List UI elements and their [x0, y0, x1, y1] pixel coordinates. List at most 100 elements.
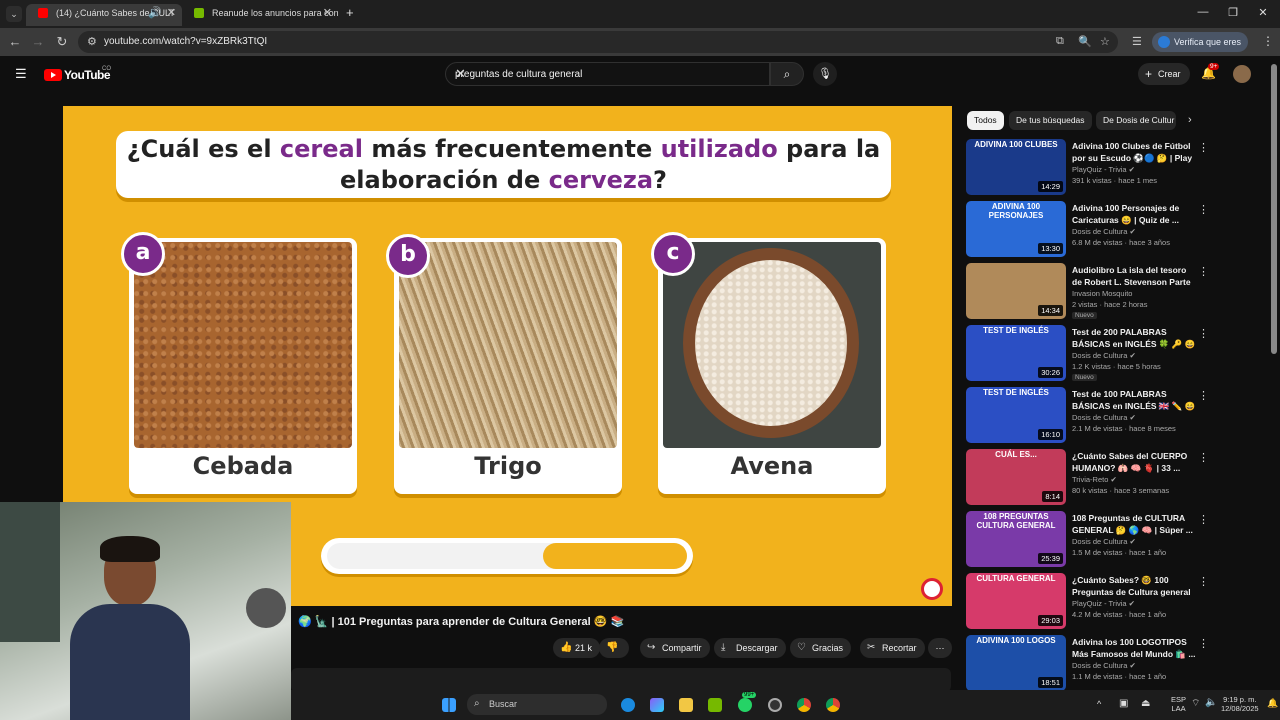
hamburger-menu-icon[interactable]: ☰	[15, 66, 27, 82]
video-thumbnail[interactable]: TEST DE INGLÉS 16:10	[966, 387, 1066, 443]
windows-start-icon[interactable]	[442, 698, 456, 712]
video-thumbnail[interactable]: 108 PREGUNTAS CULTURA GENERAL 25:39	[966, 511, 1066, 567]
wifi-icon[interactable]: ⌔	[1191, 697, 1200, 710]
channel-name[interactable]: Dosis de Cultura ✔	[1072, 661, 1136, 670]
clock[interactable]: 9:19 p. m. 12/08/2025	[1221, 695, 1259, 713]
close-window-button[interactable]: ✕	[1256, 6, 1270, 19]
bookmark-star-icon[interactable]: ☆	[1100, 35, 1110, 48]
edge-icon[interactable]	[621, 698, 635, 712]
copilot-icon[interactable]	[650, 698, 664, 712]
channel-name[interactable]: Dosis de Cultura ✔	[1072, 227, 1136, 236]
kebab-menu-icon[interactable]: ⋮	[1198, 513, 1209, 526]
share-button[interactable]: ↪ Compartir	[640, 638, 710, 658]
kebab-menu-icon[interactable]: ⋮	[1198, 327, 1209, 340]
whatsapp-icon[interactable]	[738, 698, 752, 712]
clip-button[interactable]: ✂ Recortar	[860, 638, 925, 658]
chrome-profile-icon[interactable]	[826, 698, 840, 712]
kebab-menu-icon[interactable]: ⋮	[1198, 141, 1209, 154]
video-thumbnail[interactable]: ADIVINA 100 PERSONAJES 13:30	[966, 201, 1066, 257]
kebab-menu-icon[interactable]: ⋮	[1198, 389, 1209, 402]
recommendation-title[interactable]: Adivina los 100 LOGOTIPOS Más Famosos de…	[1072, 636, 1197, 660]
nvidia-app-icon[interactable]	[708, 698, 722, 712]
forward-arrow-icon[interactable]: →	[30, 34, 46, 49]
minimize-button[interactable]: —	[1196, 6, 1210, 18]
channel-name[interactable]: PlayQuiz - Trivia ✔	[1072, 599, 1135, 608]
channel-name[interactable]: Dosis de Cultura ✔	[1072, 537, 1136, 546]
tray-app-icon[interactable]: ▣	[1119, 698, 1128, 709]
youtube-logo-icon[interactable]	[44, 69, 62, 81]
tray-chevron-icon[interactable]: ^	[1097, 699, 1101, 709]
tray-usb-icon[interactable]: ⏏	[1141, 698, 1150, 709]
tab-inactive[interactable]: Reanude los anuncios para con ✕	[182, 4, 338, 26]
zoom-icon[interactable]: 🔍	[1078, 35, 1092, 48]
video-thumbnail[interactable]: TEST DE INGLÉS 30:26	[966, 325, 1066, 381]
chrome-icon[interactable]	[797, 698, 811, 712]
recommendation-item[interactable]: 108 PREGUNTAS CULTURA GENERAL 25:39 108 Pr…	[966, 511, 1266, 569]
video-thumbnail[interactable]: ADIVINA 100 LOGOS 18:51	[966, 635, 1066, 691]
create-button[interactable]: + Crear	[1138, 63, 1190, 85]
recommendation-item[interactable]: TEST DE INGLÉS 16:10 Test de 100 PALABRAS …	[966, 387, 1266, 445]
recommendation-item[interactable]: ADIVINA 100 LOGOS 18:51 Adivina los 100 LO…	[966, 635, 1266, 693]
reading-list-icon[interactable]: ☰	[1132, 35, 1142, 48]
language-indicator[interactable]: ESP LAA	[1171, 695, 1186, 713]
channel-name[interactable]: PlayQuiz - Trivia ✔	[1072, 165, 1135, 174]
file-explorer-icon[interactable]	[679, 698, 693, 712]
tab-active[interactable]: (14) ¿Cuánto Sabes de CULT 🔊 ✕	[26, 4, 182, 26]
recommendation-title[interactable]: ¿Cuánto Sabes? 🤓 100 Preguntas de Cultur…	[1072, 574, 1197, 598]
recommendation-title[interactable]: Test de 100 PALABRAS BÁSICAS en INGLÉS 🇬…	[1072, 388, 1197, 412]
recommendation-item[interactable]: CULTURA GENERAL 29:03 ¿Cuánto Sabes? 🤓 100…	[966, 573, 1266, 631]
install-app-icon[interactable]: ⧉	[1056, 35, 1064, 48]
close-tab-icon[interactable]: 🔊	[148, 4, 162, 22]
kebab-menu-icon[interactable]: ⋮	[1198, 575, 1209, 588]
channel-name[interactable]: Dosis de Cultura ✔	[1072, 413, 1136, 422]
like-button[interactable]: 👍 21 k	[553, 638, 601, 658]
obs-icon[interactable]	[768, 698, 782, 712]
back-arrow-icon[interactable]: ←	[7, 34, 23, 49]
video-thumbnail[interactable]: CUÁL ES... 8:14	[966, 449, 1066, 505]
verify-identity-button[interactable]: Verifica que eres tú	[1152, 32, 1248, 67]
chip-all[interactable]: Todos	[967, 111, 1004, 130]
recommendation-title[interactable]: ¿Cuánto Sabes del CUERPO HUMANO? 🫁 🧠 🫀 |…	[1072, 450, 1197, 474]
chip-from-searches[interactable]: De tus búsquedas	[1009, 111, 1092, 130]
maximize-button[interactable]: ❐	[1226, 6, 1240, 19]
channel-name[interactable]: Invasion Mosquito	[1072, 289, 1132, 298]
kebab-menu-icon[interactable]: ⋮	[1198, 451, 1209, 464]
taskbar-search-input[interactable]: ⌕ Buscar	[467, 694, 607, 715]
channel-name[interactable]: Dosis de Cultura ✔	[1072, 351, 1136, 360]
recommendation-title[interactable]: Adivina 100 Personajes de Caricaturas 😄 …	[1072, 202, 1197, 226]
chevron-right-icon[interactable]: ›	[1188, 114, 1192, 126]
video-thumbnail[interactable]: CULTURA GENERAL 29:03	[966, 573, 1066, 629]
kebab-menu-icon[interactable]: ⋮	[1198, 265, 1209, 278]
recommendation-title[interactable]: Adivina 100 Clubes de Fútbol por su Escu…	[1072, 140, 1197, 164]
video-thumbnail[interactable]: 14:34	[966, 263, 1066, 319]
channel-name[interactable]: Trivia-Reto ✔	[1072, 475, 1117, 484]
kebab-menu-icon[interactable]: ⋮	[1198, 637, 1209, 650]
scrollbar[interactable]	[1271, 64, 1277, 354]
clear-search-icon[interactable]: ✕	[455, 66, 761, 82]
recommendation-title[interactable]: Audiolibro La isla del tesoro de Robert …	[1072, 264, 1197, 288]
tab-search-icon[interactable]: ⌄	[6, 6, 22, 22]
close-tab-icon[interactable]: ✕	[323, 4, 332, 22]
kebab-menu-icon[interactable]: ⋮	[1198, 203, 1209, 216]
search-input[interactable]: preguntas de cultura general ✕	[445, 62, 770, 86]
recommendation-title[interactable]: Test de 200 PALABRAS BÁSICAS en INGLÉS 🍀…	[1072, 326, 1197, 350]
download-button[interactable]: ⤓ Descargar	[714, 638, 786, 658]
site-info-icon[interactable]: ⚙	[87, 35, 97, 48]
notification-center-icon[interactable]: 🔔	[1267, 698, 1278, 709]
avatar[interactable]	[1233, 65, 1251, 83]
url-field[interactable]: ⚙ youtube.com/watch?v=9xZBRk3TtQI ⧉ 🔍 ☆	[78, 31, 1118, 53]
close-tab-icon[interactable]: ✕	[167, 4, 176, 22]
description-box[interactable]	[291, 668, 951, 692]
recommendation-title[interactable]: 108 Preguntas de CULTURA GENERAL 🤔 🌎 🧠 |…	[1072, 512, 1197, 536]
chip-from-channel[interactable]: De Dosis de Cultur	[1096, 111, 1176, 130]
video-thumbnail[interactable]: ADIVINA 100 CLUBES 14:29	[966, 139, 1066, 195]
dislike-button[interactable]: 👎	[599, 638, 629, 658]
volume-icon[interactable]: 🔈	[1205, 697, 1217, 708]
recommendation-item[interactable]: ADIVINA 100 PERSONAJES 13:30 Adivina 100 P…	[966, 201, 1266, 259]
recommendation-item[interactable]: CUÁL ES... 8:14 ¿Cuánto Sabes del CUERPO H…	[966, 449, 1266, 507]
voice-search-button[interactable]: 🎙	[813, 62, 837, 86]
thanks-button[interactable]: ♡ Gracias	[790, 638, 852, 658]
browser-menu-icon[interactable]: ⋮	[1262, 34, 1274, 48]
recommendation-item[interactable]: 14:34 Audiolibro La isla del tesoro de Ro…	[966, 263, 1266, 321]
recommendation-item[interactable]: TEST DE INGLÉS 30:26 Test de 200 PALABRAS …	[966, 325, 1266, 383]
